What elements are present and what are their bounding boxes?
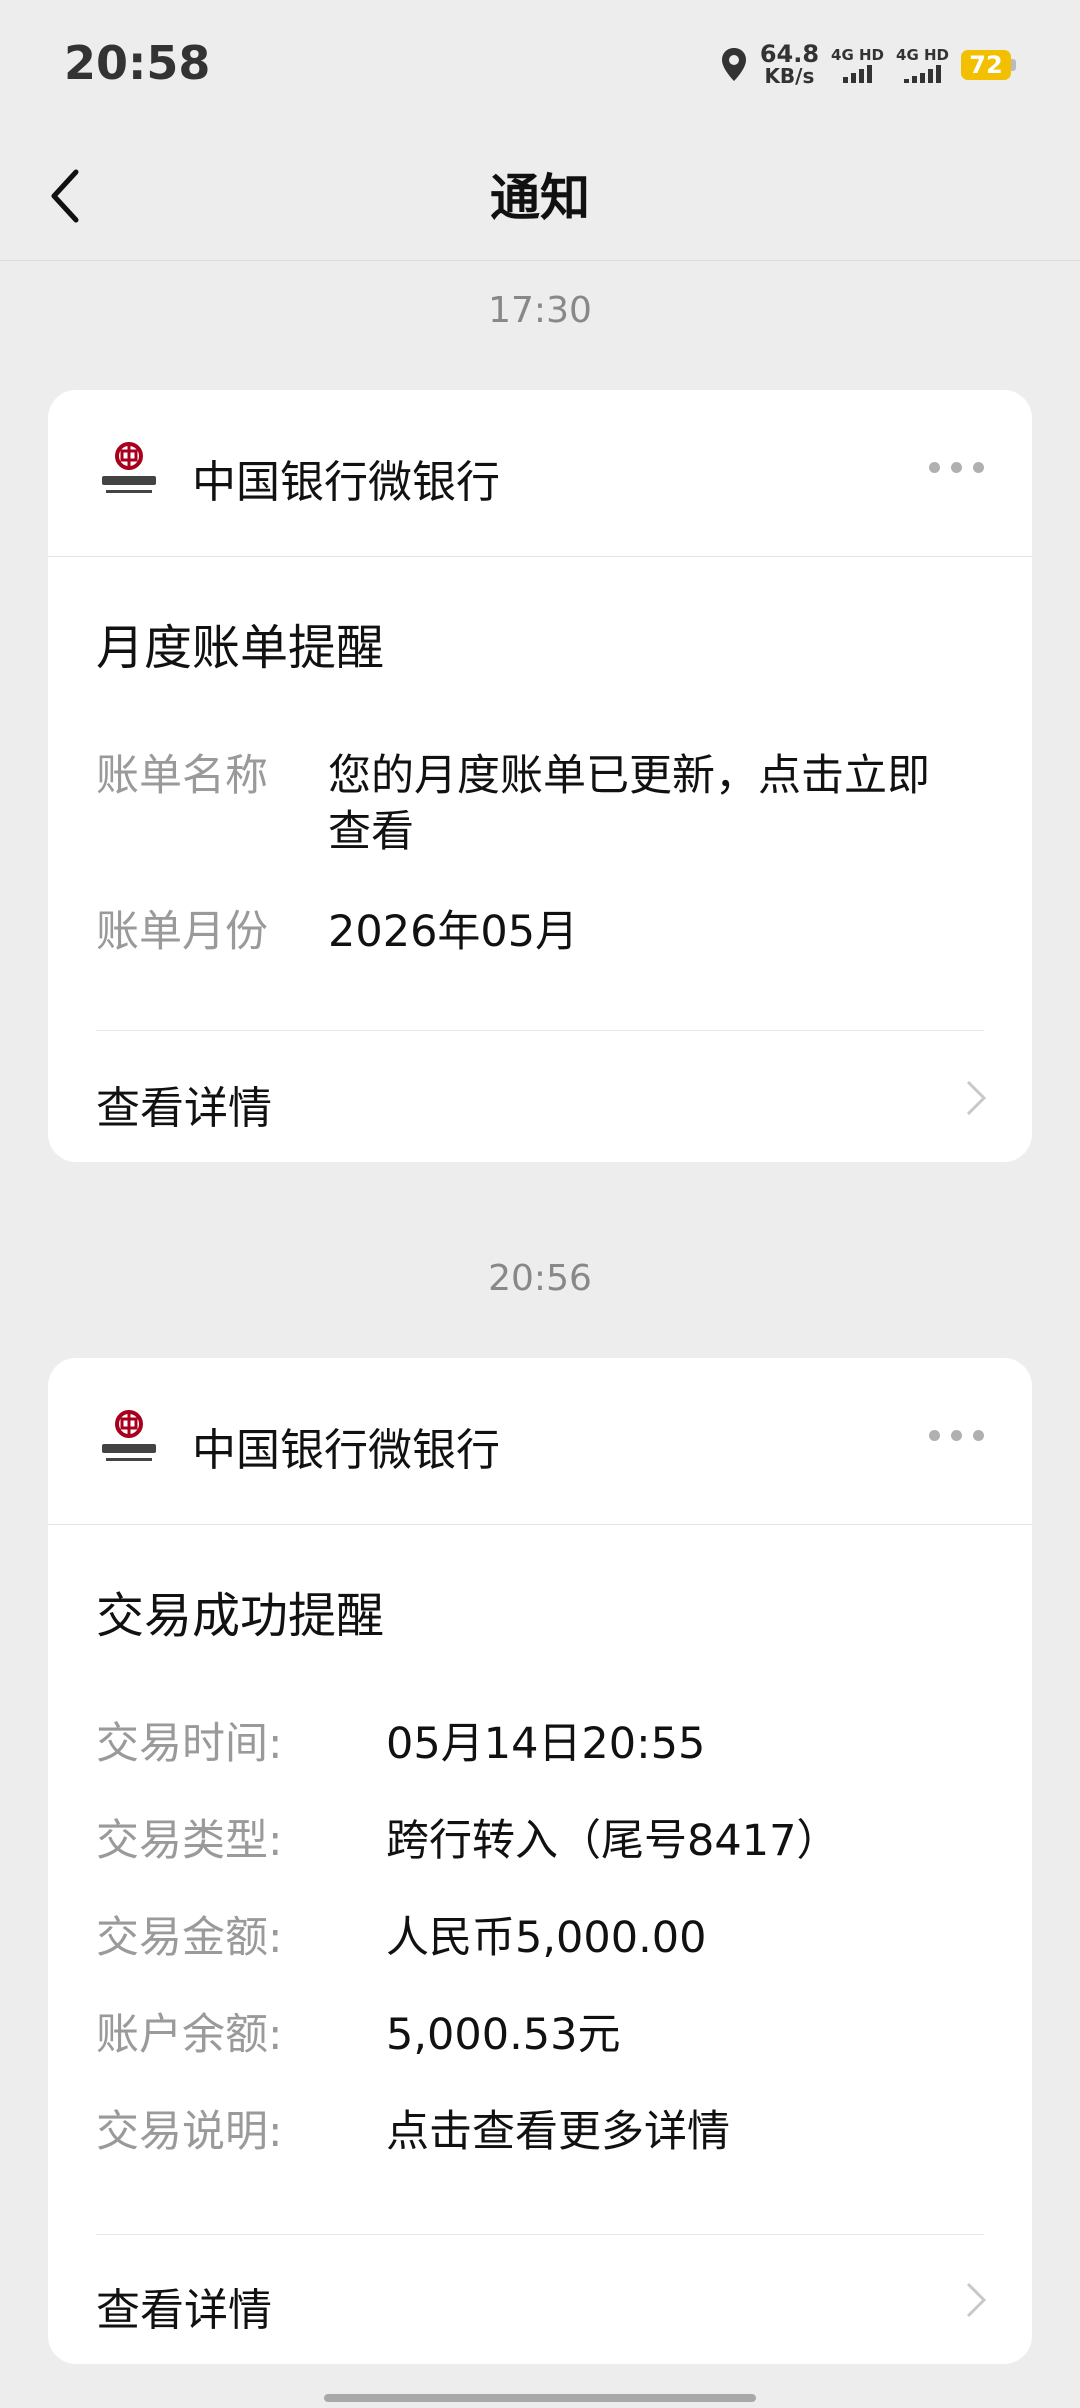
field-value: 2026年05月	[328, 907, 579, 957]
net-speed-value: 64.8	[759, 40, 820, 68]
more-icon[interactable]	[929, 1430, 984, 1441]
view-details-link[interactable]: 查看详情	[96, 2274, 272, 2338]
notification-card[interactable]: 中国银行微银行 月度账单提醒 账单名称 您的月度账单已更新，点击立即 查看 账单…	[48, 390, 1032, 1162]
sender-name: 中国银行微银行	[192, 1425, 500, 1476]
battery-level: 72	[961, 50, 1011, 80]
chevron-right-icon	[966, 2282, 987, 2318]
field-value: 点击查看更多详情	[386, 2107, 730, 2157]
view-details-link[interactable]: 查看详情	[96, 1072, 272, 1136]
signal-icon: 4G HD	[896, 47, 949, 83]
nav-bar: 通知	[0, 128, 1080, 261]
field-value: 查看	[328, 807, 414, 857]
sim2-label: 4G HD	[896, 46, 949, 64]
notification-title: 月度账单提醒	[96, 620, 385, 676]
divider	[96, 1030, 984, 1031]
field-label: 交易金额:	[96, 1913, 283, 1963]
divider	[96, 2234, 984, 2235]
field-label: 交易类型:	[96, 1816, 283, 1866]
field-row: 账户余额: 5,000.53元	[96, 2007, 984, 2063]
chevron-right-icon	[966, 1080, 987, 1116]
field-value: 人民币5,000.00	[386, 1913, 707, 1963]
field-row: 交易说明: 点击查看更多详情	[96, 2104, 984, 2160]
field-row: 账单名称 您的月度账单已更新，点击立即 查看	[96, 748, 984, 868]
field-label: 交易时间:	[96, 1719, 283, 1769]
field-label: 账户余额:	[96, 2010, 283, 2060]
status-bar: 20:58 64.8 KB/s 4G HD 4G HD 72	[0, 0, 1080, 128]
more-icon[interactable]	[929, 462, 984, 473]
bank-logo-icon	[102, 1410, 156, 1461]
status-time: 20:58	[64, 36, 211, 90]
field-row: 交易时间: 05月14日20:55	[96, 1716, 984, 1772]
notification-time: 20:56	[488, 1258, 592, 1299]
signal-icon: 4G HD	[831, 47, 884, 83]
notification-time: 17:30	[488, 290, 592, 331]
field-label: 账单月份	[96, 907, 268, 957]
field-row: 交易类型: 跨行转入（尾号8417）	[96, 1813, 984, 1869]
field-row: 账单月份 2026年05月	[96, 904, 984, 960]
field-value: 5,000.53元	[386, 2010, 621, 2060]
field-label: 交易说明:	[96, 2107, 283, 2157]
notification-card[interactable]: 中国银行微银行 交易成功提醒 交易时间: 05月14日20:55 交易类型: 跨…	[48, 1358, 1032, 2364]
field-value: 跨行转入（尾号8417）	[386, 1816, 840, 1866]
location-icon	[721, 48, 746, 81]
card-header: 中国银行微银行	[48, 390, 1032, 557]
field-label: 账单名称	[96, 751, 268, 801]
field-value: 05月14日20:55	[386, 1719, 706, 1769]
net-speed-unit: KB/s	[764, 64, 815, 88]
field-row: 交易金额: 人民币5,000.00	[96, 1910, 984, 1966]
sender-name: 中国银行微银行	[192, 457, 500, 508]
bank-logo-icon	[102, 442, 156, 493]
battery-icon: 72	[961, 50, 1016, 80]
status-icons: 64.8 KB/s 4G HD 4G HD 72	[720, 40, 1016, 90]
field-value: 您的月度账单已更新，点击立即	[328, 751, 930, 801]
card-header: 中国银行微银行	[48, 1358, 1032, 1525]
page-title: 通知	[490, 169, 590, 227]
net-speed: 64.8 KB/s	[759, 40, 820, 88]
home-indicator[interactable]	[324, 2394, 756, 2402]
notification-title: 交易成功提醒	[96, 1588, 385, 1644]
sim1-label: 4G HD	[831, 46, 885, 64]
